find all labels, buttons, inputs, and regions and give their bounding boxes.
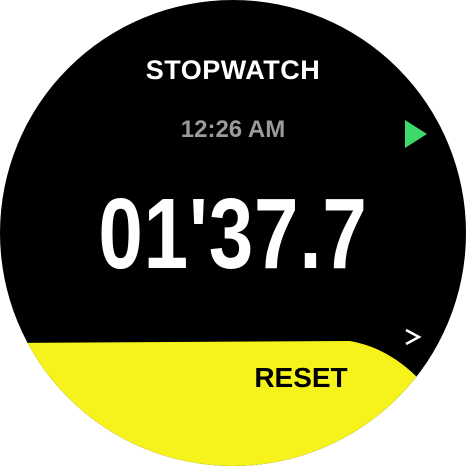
reset-button-background <box>0 341 466 466</box>
reset-label: RESET <box>254 362 348 393</box>
stopwatch-screen: STOPWATCH 12:26 AM 01'37.7 RESET <box>0 0 466 466</box>
watch-face: STOPWATCH 12:26 AM 01'37.7 RESET <box>0 0 466 466</box>
reset-button[interactable]: RESET <box>0 0 466 466</box>
